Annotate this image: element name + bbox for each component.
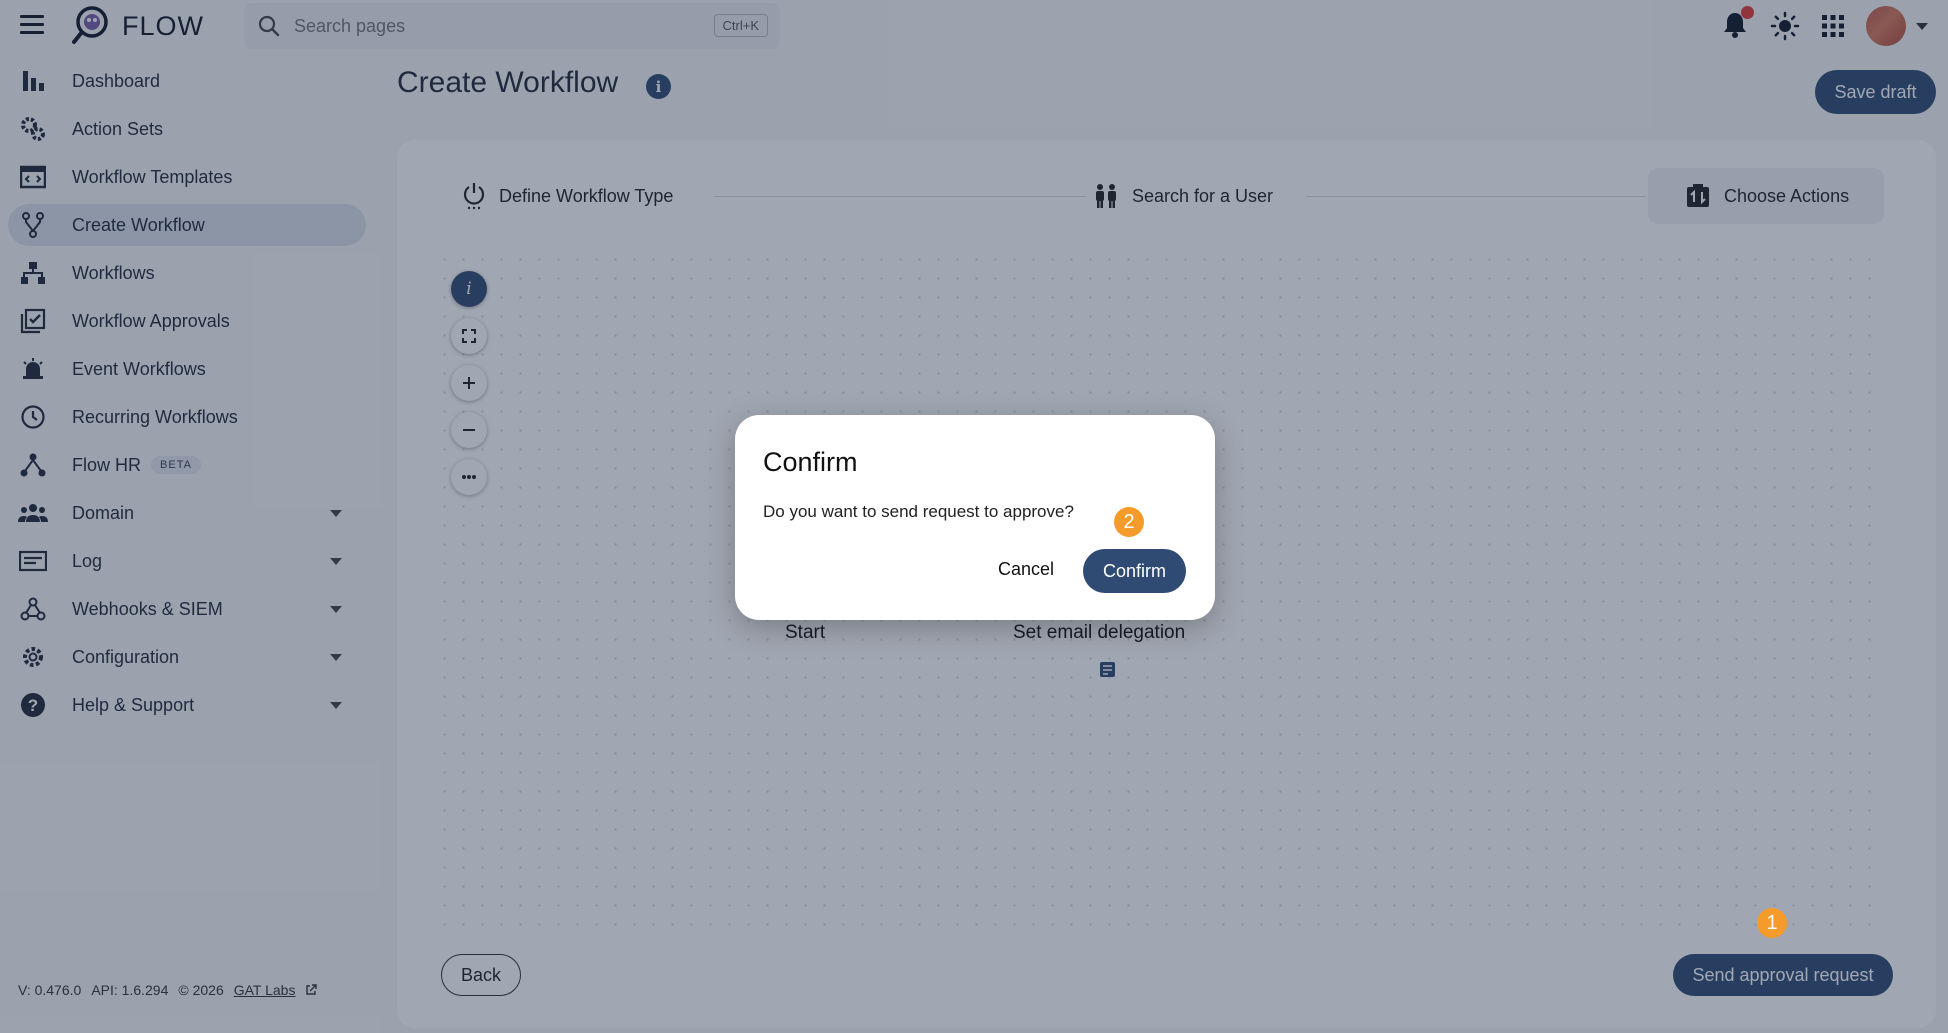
cancel-button[interactable]: Cancel: [986, 549, 1066, 589]
dialog-message: Do you want to send request to approve?: [763, 502, 1074, 521]
confirm-dialog: Confirm Do you want to send request to a…: [735, 415, 1215, 620]
confirm-button[interactable]: Confirm: [1083, 549, 1186, 593]
step-badge-2: 2: [1114, 507, 1144, 537]
dialog-title: Confirm: [763, 447, 858, 477]
step-badge-1: 1: [1757, 908, 1787, 938]
